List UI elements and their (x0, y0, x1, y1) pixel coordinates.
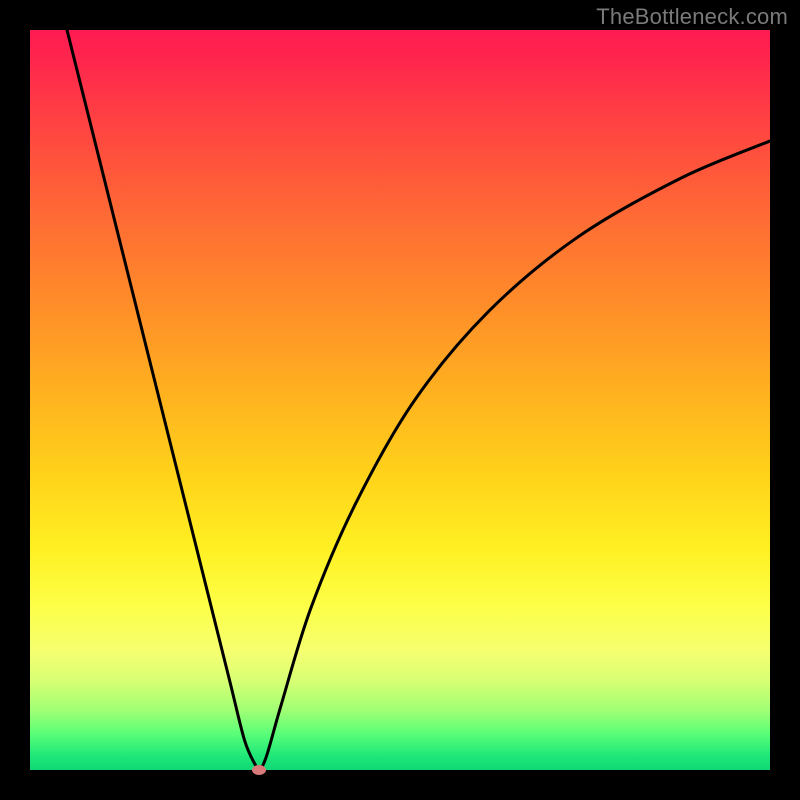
plot-area (30, 30, 770, 770)
chart-frame: TheBottleneck.com (0, 0, 800, 800)
watermark-text: TheBottleneck.com (596, 4, 788, 30)
curve-svg (30, 30, 770, 770)
minimum-marker (252, 765, 266, 775)
bottleneck-curve (67, 30, 770, 770)
